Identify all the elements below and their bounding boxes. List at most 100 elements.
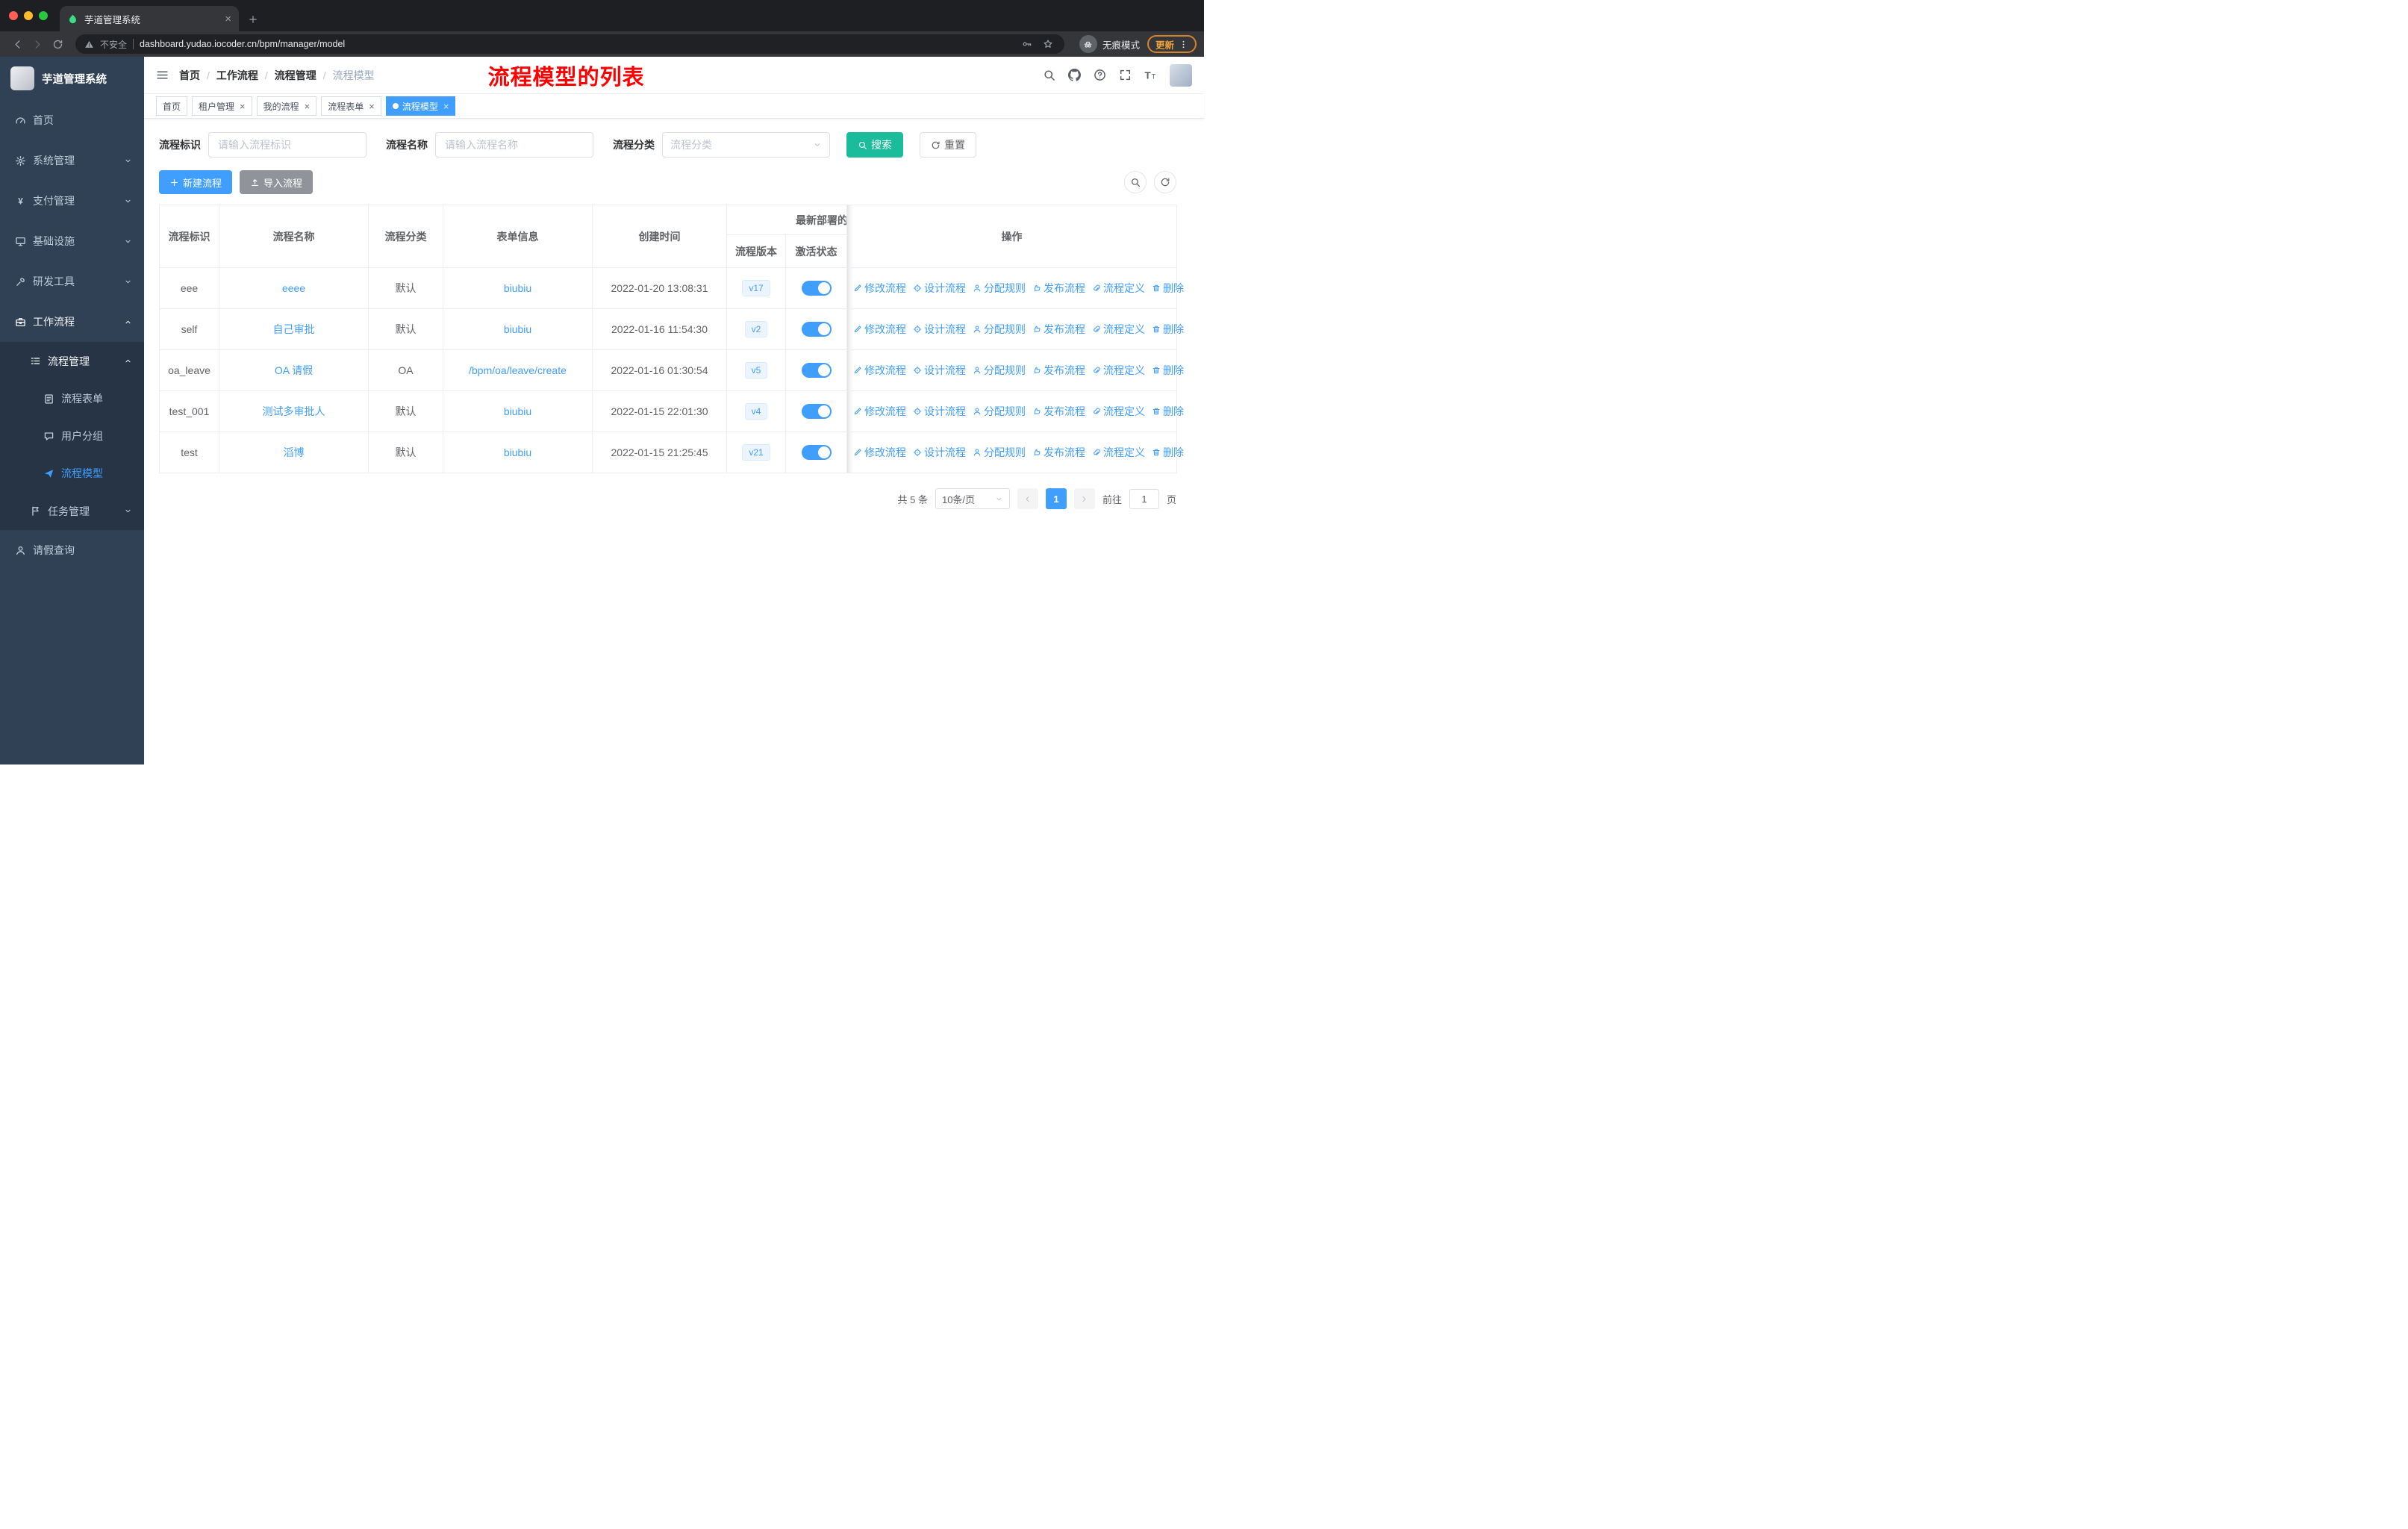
design-process-link[interactable]: 设计流程 (913, 404, 966, 419)
close-icon[interactable]: × (305, 102, 311, 111)
sidebar-item-请假查询[interactable]: 请假查询 (0, 530, 144, 570)
form-info-link[interactable]: biubiu (504, 282, 531, 294)
assign-rule-link[interactable]: 分配规则 (973, 404, 1026, 419)
active-switch[interactable] (801, 445, 832, 460)
process-definition-link[interactable]: 流程定义 (1092, 322, 1145, 337)
breadcrumb-item[interactable]: 首页 (179, 68, 200, 83)
next-page-button[interactable] (1073, 488, 1095, 509)
address-bar[interactable]: 不安全 dashboard.yudao.iocoder.cn/bpm/manag… (75, 34, 1064, 54)
search-button[interactable]: 搜索 (846, 132, 903, 158)
current-page-button[interactable]: 1 (1045, 488, 1067, 509)
sidebar-item-系统管理[interactable]: 系统管理 (0, 140, 144, 181)
sidebar-item-流程表单[interactable]: 流程表单 (0, 380, 144, 417)
sidebar-item-任务管理[interactable]: 任务管理 (0, 492, 144, 530)
publish-process-link[interactable]: 发布流程 (1032, 404, 1085, 419)
publish-process-link[interactable]: 发布流程 (1032, 363, 1085, 378)
forward-button[interactable] (28, 39, 48, 50)
form-info-link[interactable]: /bpm/oa/leave/create (469, 364, 567, 376)
github-icon[interactable] (1068, 69, 1081, 81)
design-process-link[interactable]: 设计流程 (913, 363, 966, 378)
sidebar-item-研发工具[interactable]: 研发工具 (0, 261, 144, 302)
modify-process-link[interactable]: 修改流程 (853, 404, 906, 419)
breadcrumb-item[interactable]: 流程管理 (275, 68, 316, 83)
reset-button[interactable]: 重置 (920, 132, 976, 158)
sidebar-item-基础设施[interactable]: 基础设施 (0, 221, 144, 261)
sidebar-item-流程管理[interactable]: 流程管理 (0, 342, 144, 380)
process-definition-link[interactable]: 流程定义 (1092, 445, 1145, 460)
modify-process-link[interactable]: 修改流程 (853, 322, 906, 337)
tag-首页[interactable]: 首页 (156, 96, 188, 116)
publish-process-link[interactable]: 发布流程 (1032, 445, 1085, 460)
delete-link[interactable]: 删除 (1152, 363, 1184, 378)
reload-button[interactable] (48, 39, 68, 50)
form-info-link[interactable]: biubiu (504, 323, 531, 335)
modify-process-link[interactable]: 修改流程 (853, 281, 906, 296)
tag-流程模型[interactable]: 流程模型 × (385, 96, 456, 116)
sidebar-item-首页[interactable]: 首页 (0, 100, 144, 140)
process-definition-link[interactable]: 流程定义 (1092, 404, 1145, 419)
tag-流程表单[interactable]: 流程表单 × (321, 96, 381, 116)
page-size-select[interactable]: 10条/页 (935, 488, 1010, 509)
fullscreen-icon[interactable] (1119, 69, 1132, 81)
sidebar-item-用户分组[interactable]: 用户分组 (0, 417, 144, 455)
design-process-link[interactable]: 设计流程 (913, 281, 966, 296)
bookmark-star-icon[interactable] (1041, 39, 1055, 49)
browser-tab[interactable]: 芋道管理系统 × (60, 6, 239, 31)
active-switch[interactable] (801, 281, 832, 296)
delete-link[interactable]: 删除 (1152, 322, 1184, 337)
close-icon[interactable]: × (240, 102, 246, 111)
breadcrumb-item[interactable]: 工作流程 (216, 68, 258, 83)
sidebar-item-流程模型[interactable]: 流程模型 (0, 455, 144, 492)
toggle-search-button[interactable] (1124, 171, 1147, 193)
process-name-link[interactable]: 自己审批 (273, 323, 315, 335)
assign-rule-link[interactable]: 分配规则 (973, 363, 1026, 378)
sidebar-item-工作流程[interactable]: 工作流程 (0, 302, 144, 342)
logo-area[interactable]: 芋道管理系统 (0, 57, 144, 100)
form-info-link[interactable]: biubiu (504, 446, 531, 458)
process-name-link[interactable]: eeee (282, 282, 305, 294)
delete-link[interactable]: 删除 (1152, 404, 1184, 419)
design-process-link[interactable]: 设计流程 (913, 322, 966, 337)
design-process-link[interactable]: 设计流程 (913, 445, 966, 460)
assign-rule-link[interactable]: 分配规则 (973, 445, 1026, 460)
assign-rule-link[interactable]: 分配规则 (973, 281, 1026, 296)
delete-link[interactable]: 删除 (1152, 281, 1184, 296)
assign-rule-link[interactable]: 分配规则 (973, 322, 1026, 337)
category-select[interactable]: 流程分类 (662, 132, 830, 158)
process-name-link[interactable]: OA 请假 (275, 364, 313, 376)
update-button[interactable]: 更新 (1147, 35, 1197, 53)
active-switch[interactable] (801, 404, 832, 419)
modify-process-link[interactable]: 修改流程 (853, 445, 906, 460)
tag-租户管理[interactable]: 租户管理 × (192, 96, 252, 116)
process-key-input[interactable] (208, 132, 366, 158)
tag-我的流程[interactable]: 我的流程 × (256, 96, 317, 116)
back-button[interactable] (7, 39, 28, 50)
more-menu-icon[interactable] (1179, 40, 1188, 49)
publish-process-link[interactable]: 发布流程 (1032, 322, 1085, 337)
sidebar-item-支付管理[interactable]: ¥ 支付管理 (0, 181, 144, 221)
form-info-link[interactable]: biubiu (504, 405, 531, 417)
user-avatar[interactable] (1170, 63, 1192, 87)
process-definition-link[interactable]: 流程定义 (1092, 363, 1145, 378)
process-name-link[interactable]: 测试多审批人 (263, 405, 325, 417)
close-icon[interactable]: × (369, 102, 375, 111)
refresh-table-button[interactable] (1154, 171, 1176, 193)
zoom-window-button[interactable] (39, 11, 48, 20)
modify-process-link[interactable]: 修改流程 (853, 363, 906, 378)
create-process-button[interactable]: 新建流程 (159, 170, 233, 194)
close-icon[interactable]: × (443, 102, 449, 111)
process-name-link[interactable]: 滔博 (284, 446, 305, 458)
new-tab-button[interactable] (248, 14, 258, 25)
collapse-sidebar-icon[interactable] (156, 69, 169, 81)
font-size-icon[interactable]: TT (1144, 69, 1157, 81)
delete-link[interactable]: 删除 (1152, 445, 1184, 460)
goto-page-input[interactable] (1129, 488, 1159, 509)
prev-page-button[interactable] (1017, 488, 1038, 509)
key-icon[interactable] (1020, 39, 1035, 49)
close-tab-icon[interactable]: × (225, 13, 231, 25)
minimize-window-button[interactable] (24, 11, 33, 20)
publish-process-link[interactable]: 发布流程 (1032, 281, 1085, 296)
process-name-input[interactable] (435, 132, 593, 158)
search-icon[interactable] (1043, 69, 1055, 81)
active-switch[interactable] (801, 363, 832, 378)
